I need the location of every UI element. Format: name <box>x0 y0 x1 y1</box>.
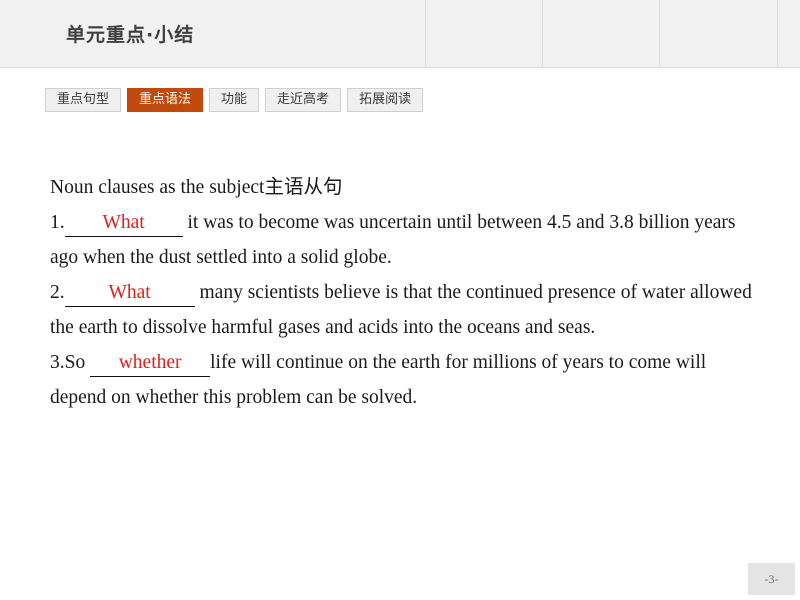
tab-strip: 重点句型 重点语法 功能 走近高考 拓展阅读 <box>45 88 424 112</box>
item-1-number: 1. <box>50 212 65 233</box>
header-divider-3 <box>659 0 660 67</box>
item-3-prefix: So <box>64 352 91 373</box>
item-3-answer-blank[interactable]: whether <box>90 349 211 377</box>
tab-key-grammar[interactable]: 重点语法 <box>127 88 204 112</box>
item-2-answer-blank[interactable]: What <box>64 279 195 307</box>
exercise-item-3: 3.So whether life will continue on the ea… <box>50 345 760 415</box>
header-divider-2 <box>542 0 543 67</box>
lesson-content: Noun clauses as the subject主语从句 1. What i… <box>50 170 760 415</box>
item-3-number: 3. <box>50 352 65 373</box>
item-2-number: 2. <box>50 282 65 303</box>
exercise-item-1: 1. What it was to become was uncertain un… <box>50 205 760 275</box>
tab-function[interactable]: 功能 <box>209 88 260 112</box>
tab-extended-reading[interactable]: 拓展阅读 <box>347 88 424 112</box>
tab-key-sentences[interactable]: 重点句型 <box>45 88 122 112</box>
page-number-badge: -3- <box>748 563 795 595</box>
page-title: 单元重点·小结 <box>66 24 195 46</box>
header-band: 单元重点·小结 <box>0 0 800 68</box>
header-divider-4 <box>777 0 778 67</box>
tab-gaokao[interactable]: 走近高考 <box>265 88 342 112</box>
content-heading: Noun clauses as the subject主语从句 <box>50 177 343 198</box>
item-1-answer-blank[interactable]: What <box>64 209 183 237</box>
header-divider-1 <box>425 0 426 67</box>
exercise-item-2: 2. What many scientists believe is that t… <box>50 275 760 345</box>
